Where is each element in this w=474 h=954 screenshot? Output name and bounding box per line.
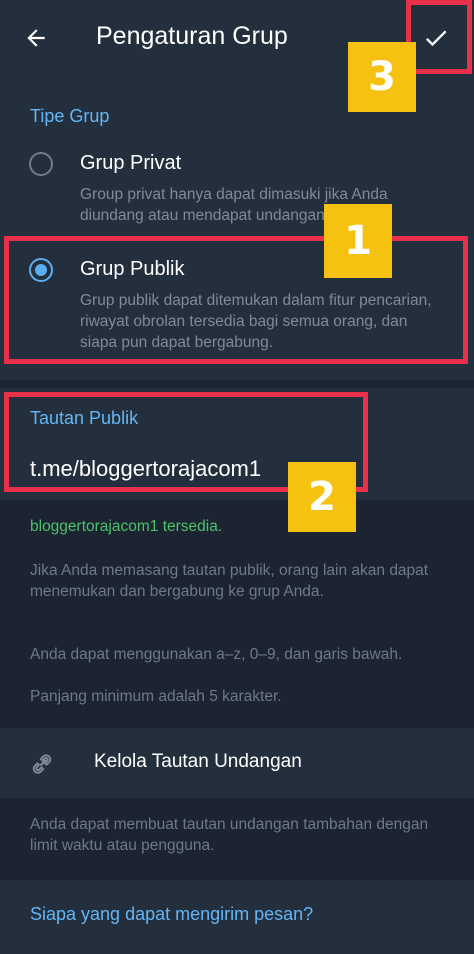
radio-public[interactable] (29, 258, 53, 282)
group-type-section: Tipe Grup Grup Privat Group privat hanya… (0, 76, 474, 380)
page-title: Pengaturan Grup (96, 22, 288, 50)
option-title: Grup Publik (80, 258, 185, 280)
option-public-group[interactable]: Grup Publik Grup publik dapat ditemukan … (0, 248, 474, 358)
info-text: Jika Anda memasang tautan publik, orang … (30, 562, 429, 600)
option-private-group[interactable]: Grup Privat Group privat hanya dapat dim… (0, 146, 474, 236)
option-description: Group privat hanya dapat dimasuki jika A… (80, 186, 388, 224)
manage-invite-links-button[interactable]: Kelola Tautan Undangan (0, 728, 474, 798)
manage-invite-links-label: Kelola Tautan Undangan (94, 751, 302, 772)
public-link-input[interactable]: t.me/bloggertorajacom1 (30, 456, 450, 482)
public-link-section: Tautan Publik t.me/bloggertorajacom1 (0, 388, 474, 500)
section-label-public-link: Tautan Publik (30, 408, 139, 428)
check-icon (425, 30, 447, 47)
info-text: Panjang minimum adalah 5 karakter. (30, 688, 282, 705)
confirm-button[interactable] (414, 16, 458, 60)
invite-info-block: Anda dapat membuat tautan undangan tamba… (0, 798, 474, 880)
who-can-send-section: Siapa yang dapat mengirim pesan? (0, 880, 474, 954)
section-label-who-can-send: Siapa yang dapat mengirim pesan? (30, 904, 314, 924)
app-bar: Pengaturan Grup (0, 0, 474, 76)
link-icon (32, 754, 52, 774)
option-title: Grup Privat (80, 152, 182, 174)
info-text: Anda dapat menggunakan a–z, 0–9, dan gar… (30, 646, 403, 663)
option-description: Grup publik dapat ditemukan dalam fitur … (80, 292, 432, 351)
back-button[interactable] (14, 16, 58, 60)
availability-status: bloggertorajacom1 tersedia. (30, 518, 223, 535)
section-label-group-type: Tipe Grup (30, 106, 110, 126)
section-divider (0, 380, 474, 388)
arrow-left-icon (27, 29, 45, 47)
info-text: Anda dapat membuat tautan undangan tamba… (30, 816, 429, 854)
link-info-block: bloggertorajacom1 tersedia. Jika Anda me… (0, 500, 474, 728)
radio-private[interactable] (29, 152, 53, 176)
